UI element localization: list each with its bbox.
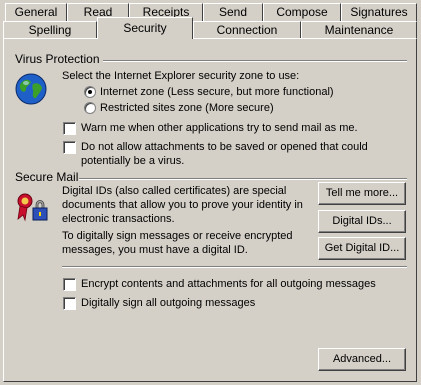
tab-security[interactable]: Security — [97, 17, 193, 39]
virus-protection-separator — [103, 60, 407, 62]
secure-options-separator — [62, 266, 407, 268]
internet-zone-radio[interactable] — [84, 86, 96, 98]
digital-ids-description: Digital IDs (also called certificates) a… — [62, 185, 303, 225]
encrypt-outgoing-label[interactable]: Encrypt contents and attachments for all… — [81, 277, 376, 291]
security-tab-panel: Virus Protection Select the Internet Exp… — [3, 38, 417, 382]
virus-protection-title: Virus Protection — [15, 52, 100, 66]
tab-send[interactable]: Send — [203, 3, 263, 21]
advanced-button[interactable]: Advanced... — [318, 348, 406, 371]
secure-mail-title: Secure Mail — [15, 170, 79, 184]
warn-send-mail-label[interactable]: Warn me when other applications try to s… — [81, 121, 358, 135]
tab-maintenance[interactable]: Maintenance — [301, 21, 417, 39]
zone-prompt: Select the Internet Explorer security zo… — [62, 70, 300, 82]
internet-zone-label[interactable]: Internet zone (Less secure, but more fun… — [100, 85, 334, 99]
secure-mail-separator — [79, 178, 407, 180]
encrypt-outgoing-checkbox[interactable] — [63, 278, 76, 291]
tab-connection[interactable]: Connection — [193, 21, 301, 39]
sign-outgoing-label[interactable]: Digitally sign all outgoing messages — [81, 296, 255, 310]
tab-signatures[interactable]: Signatures — [341, 3, 417, 21]
radio-selected-dot — [88, 90, 92, 94]
restricted-zone-radio[interactable] — [84, 102, 96, 114]
certificate-lock-icon — [17, 193, 48, 222]
tab-general[interactable]: General — [5, 3, 67, 21]
sign-encrypt-description: To digitally sign messages or receive en… — [62, 230, 293, 256]
block-attachments-label[interactable]: Do not allow attachments to be saved or … — [81, 140, 371, 168]
globe-icon — [15, 73, 47, 105]
digital-ids-button[interactable]: Digital IDs... — [318, 210, 406, 233]
tell-me-more-button[interactable]: Tell me more... — [318, 182, 406, 205]
block-attachments-checkbox[interactable] — [63, 141, 76, 154]
tab-compose[interactable]: Compose — [263, 3, 341, 21]
restricted-zone-label[interactable]: Restricted sites zone (More secure) — [100, 101, 274, 115]
sign-outgoing-checkbox[interactable] — [63, 297, 76, 310]
get-digital-id-button[interactable]: Get Digital ID... — [318, 237, 406, 260]
warn-send-mail-checkbox[interactable] — [63, 122, 76, 135]
tab-spelling[interactable]: Spelling — [3, 21, 97, 39]
